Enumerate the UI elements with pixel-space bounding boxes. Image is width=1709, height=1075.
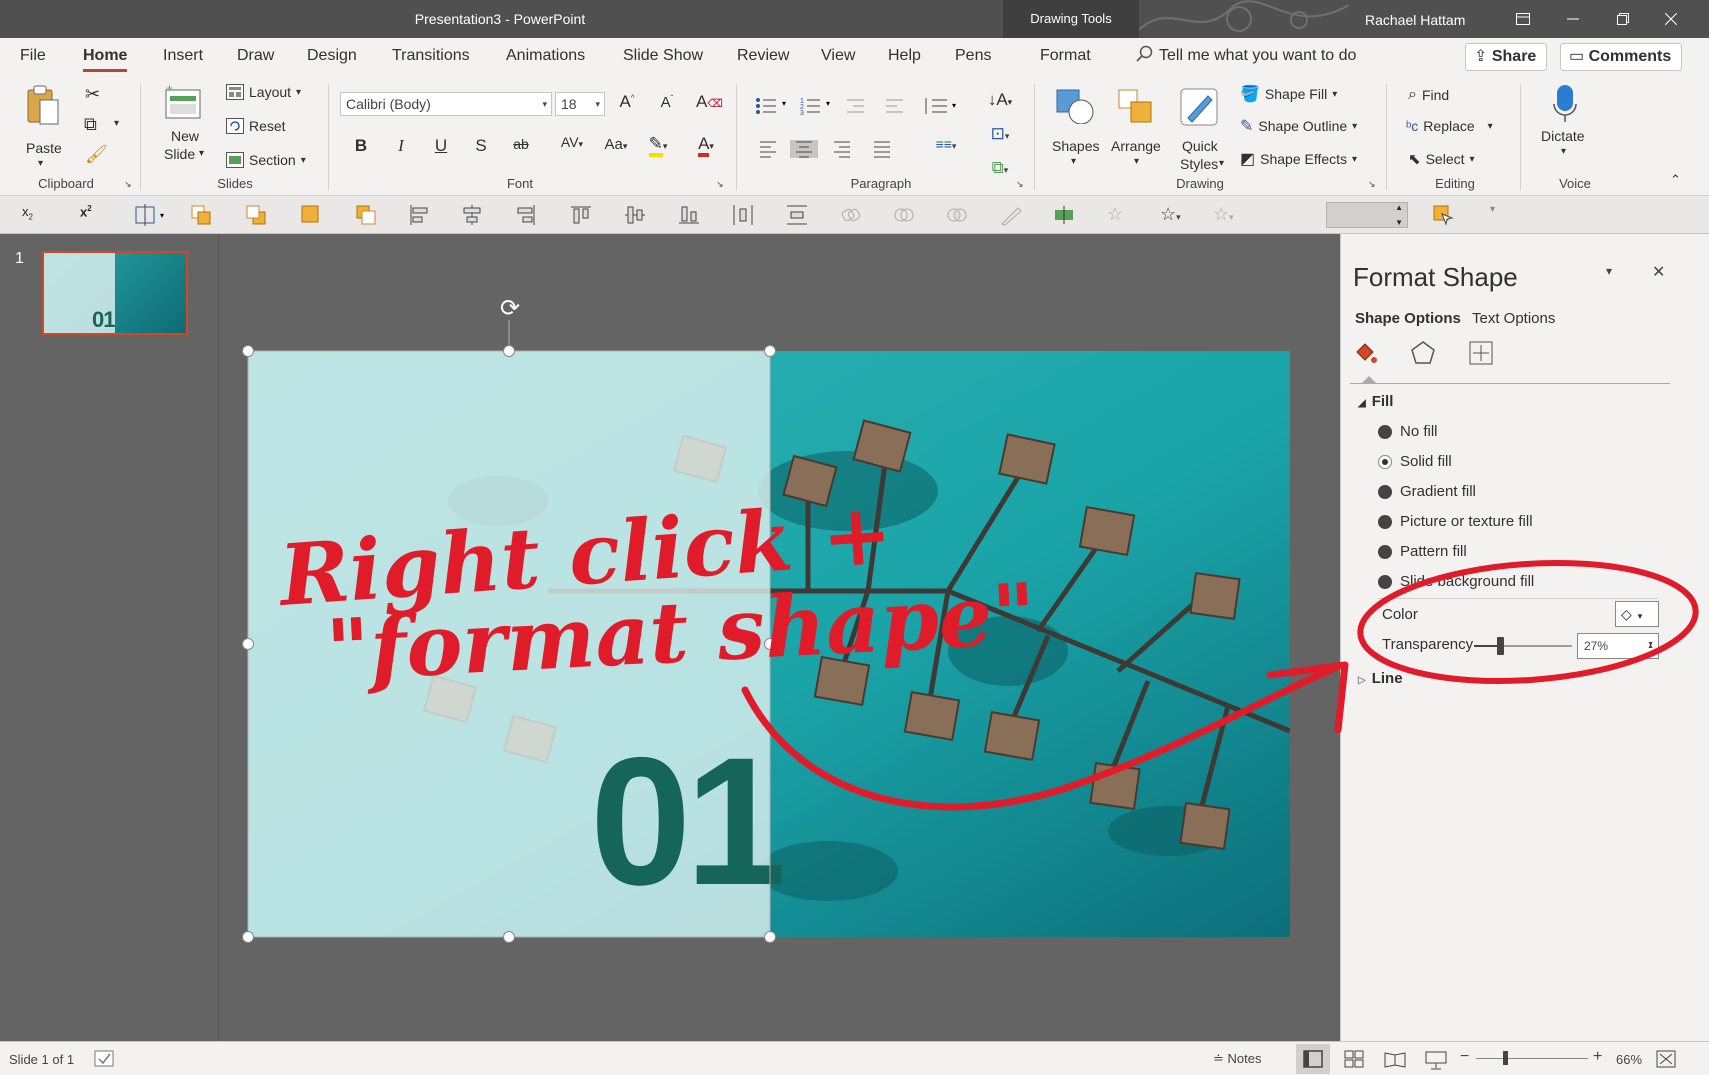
- spell-check-icon[interactable]: [94, 1050, 116, 1068]
- annotation-arrow: [741, 664, 1339, 811]
- fit-to-window-icon[interactable]: [1656, 1050, 1676, 1068]
- slide-sorter-icon[interactable]: [1344, 1050, 1364, 1068]
- zoom-slider-track[interactable]: [1476, 1058, 1588, 1059]
- notes-label: Notes: [1227, 1051, 1262, 1066]
- annotation-arrowhead: [1266, 661, 1349, 734]
- notes-button[interactable]: ≐ Notes: [1213, 1051, 1261, 1067]
- annotation-circle: [1357, 559, 1699, 685]
- zoom-slider-thumb[interactable]: [1503, 1051, 1508, 1065]
- red-annotation-layer: Right click + "format shape": [274, 483, 1699, 811]
- reading-view-icon[interactable]: [1384, 1050, 1406, 1068]
- slide-show-icon[interactable]: [1425, 1050, 1447, 1070]
- zoom-in-icon[interactable]: +: [1593, 1048, 1602, 1066]
- zoom-out-icon[interactable]: −: [1460, 1048, 1469, 1066]
- normal-view-icon[interactable]: [1303, 1050, 1323, 1068]
- slide-count: Slide 1 of 1: [9, 1052, 75, 1067]
- zoom-level[interactable]: 66%: [1616, 1052, 1642, 1067]
- status-bar: Slide 1 of 1 ≐ Notes − + 66%: [0, 1041, 1709, 1075]
- notes-icon: ≐: [1213, 1051, 1228, 1066]
